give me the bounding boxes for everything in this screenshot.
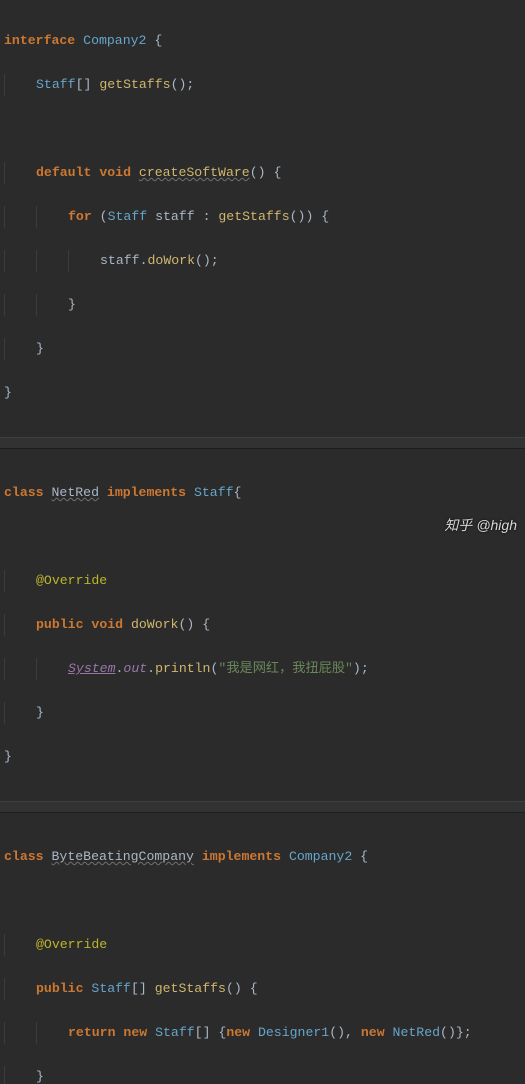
watermark: 知乎 @high <box>424 514 517 536</box>
code-line: Staff[] getStaffs(); <box>4 74 521 96</box>
code-line: public void doWork() { <box>4 614 521 636</box>
code-line: } <box>4 746 521 768</box>
code-line <box>4 118 521 140</box>
code-line: class ByteBeatingCompany implements Comp… <box>4 846 521 868</box>
code-line: @Override <box>4 570 521 592</box>
code-line: } <box>4 1066 521 1084</box>
code-line: @Override <box>4 934 521 956</box>
code-line: } <box>4 338 521 360</box>
watermark-prefix: 知乎 <box>444 514 472 536</box>
code-editor[interactable]: class NetRed implements Staff{ @Override… <box>0 452 525 798</box>
code-line: System.out.println("我是网红，我扭屁股"); <box>4 658 521 680</box>
code-line: class NetRed implements Staff{ <box>4 482 521 504</box>
section-divider <box>0 801 525 813</box>
watermark-handle: @high <box>476 514 517 536</box>
code-line: interface Company2 { <box>4 30 521 52</box>
code-line: public Staff[] getStaffs() { <box>4 978 521 1000</box>
code-line: for (Staff staff : getStaffs()) { <box>4 206 521 228</box>
code-line: default void createSoftWare() { <box>4 162 521 184</box>
code-line: } <box>4 702 521 724</box>
code-line <box>4 890 521 912</box>
code-line: return new Staff[] {new Designer1(), new… <box>4 1022 521 1044</box>
section-divider <box>0 437 525 449</box>
code-line: } <box>4 382 521 404</box>
code-line: } <box>4 294 521 316</box>
zhihu-icon <box>424 514 440 536</box>
code-editor[interactable]: class ByteBeatingCompany implements Comp… <box>0 816 525 1084</box>
code-line: staff.doWork(); <box>4 250 521 272</box>
code-editor[interactable]: interface Company2 { Staff[] getStaffs()… <box>0 0 525 434</box>
